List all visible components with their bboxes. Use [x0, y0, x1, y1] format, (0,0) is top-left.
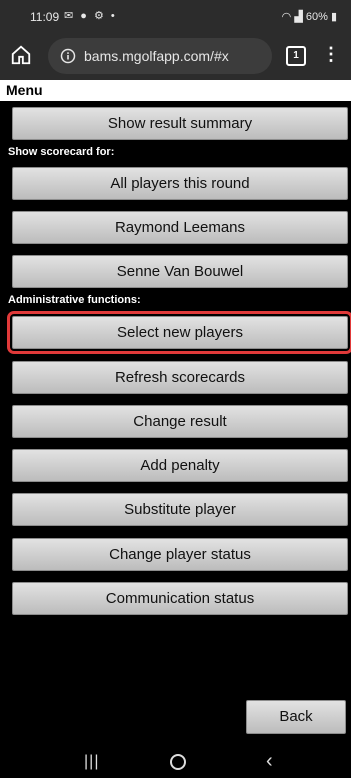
admin-section-label: Administrative functions:: [8, 294, 141, 306]
overflow-menu-icon[interactable]: ⋮: [322, 44, 340, 65]
battery-level: ◠ ▟ 60% ▮: [281, 11, 337, 23]
select-new-players-button[interactable]: Select new players: [7, 311, 351, 354]
scorecard-all-players-button[interactable]: All players this round: [12, 167, 348, 200]
substitute-player-button[interactable]: Substitute player: [12, 493, 348, 526]
communication-status-button[interactable]: Communication status: [12, 582, 348, 615]
add-penalty-button[interactable]: Add penalty: [12, 449, 348, 482]
page-content: Menu Show result summary Show scorecard …: [0, 80, 351, 744]
system-nav-bar: ||| ‹: [0, 744, 351, 778]
status-time: 11:09: [30, 10, 60, 24]
change-result-button[interactable]: Change result: [12, 405, 348, 438]
signal-icon: ▟: [294, 11, 303, 23]
back-button[interactable]: Back: [246, 700, 346, 734]
refresh-scorecards-button[interactable]: Refresh scorecards: [12, 361, 348, 394]
notification-icons: ✉ ● ⚙ •: [64, 10, 117, 22]
battery-icon: ▮: [330, 11, 337, 23]
home-icon[interactable]: [10, 44, 34, 68]
wifi-icon: ◠: [281, 11, 292, 23]
menu-title: Menu: [0, 80, 351, 101]
scorecard-section-label: Show scorecard for:: [8, 146, 115, 158]
show-result-summary-button[interactable]: Show result summary: [12, 107, 348, 140]
home-nav-icon[interactable]: [170, 754, 186, 770]
url-text: bams.mgolfapp.com/#x: [84, 48, 229, 64]
address-bar[interactable]: bams.mgolfapp.com/#x: [48, 38, 272, 74]
scorecard-raymond-leemans-button[interactable]: Raymond Leemans: [12, 211, 348, 244]
change-player-status-button[interactable]: Change player status: [12, 538, 348, 571]
site-info-icon[interactable]: [60, 48, 76, 69]
tab-switcher-button[interactable]: 1: [286, 46, 306, 66]
scorecard-senne-van-bouwel-button[interactable]: Senne Van Bouwel: [12, 255, 348, 288]
back-nav-icon[interactable]: ‹: [266, 750, 273, 773]
browser-toolbar: bams.mgolfapp.com/#x 1 ⋮: [0, 32, 351, 80]
status-bar: 11:09 ✉ ● ⚙ • ◠ ▟ 60% ▮: [0, 0, 351, 32]
recents-icon[interactable]: |||: [84, 753, 99, 771]
